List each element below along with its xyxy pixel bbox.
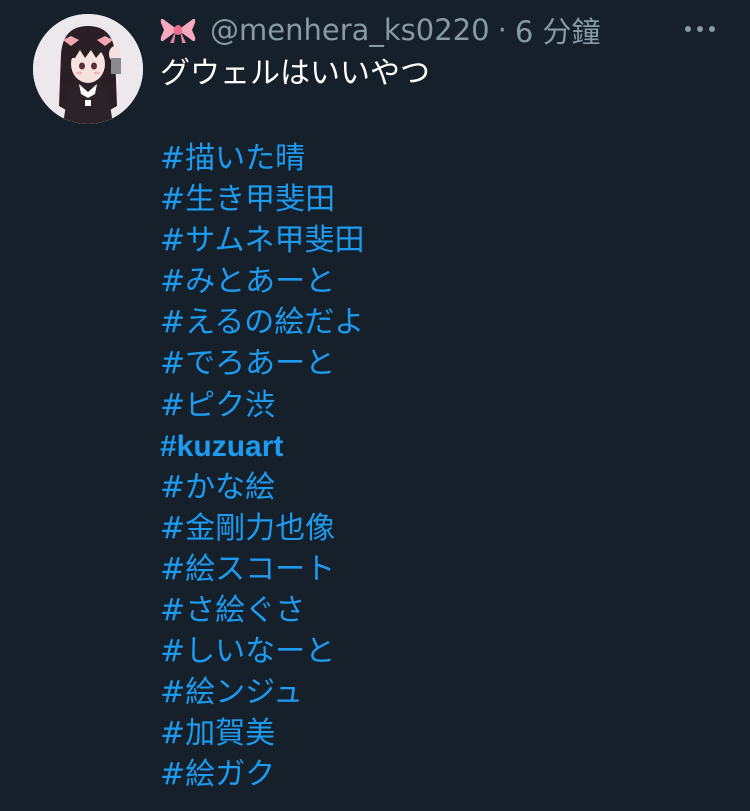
avatar[interactable]	[33, 14, 143, 124]
hashtag-link[interactable]: #かな絵	[160, 467, 365, 508]
more-horizontal-icon[interactable]	[680, 19, 720, 39]
hashtag-link[interactable]: #えるの絵だよ	[160, 302, 365, 343]
hashtag-list: #描いた晴 #生き甲斐田 #サムネ甲斐田 #みとあーと #えるの絵だよ #でろあ…	[160, 138, 365, 796]
hashtag-link[interactable]: #生き甲斐田	[160, 179, 365, 220]
hashtag-link[interactable]: #さ絵ぐさ	[160, 590, 365, 631]
hashtag-link[interactable]: #みとあーと	[160, 261, 365, 302]
tweet: @menhera_ks0220 · 6 分鐘 グウェルはいいやつ #描いた晴 #…	[0, 0, 750, 811]
hashtag-link[interactable]: #ピク渋	[160, 385, 365, 426]
hashtag-link[interactable]: #加賀美	[160, 713, 365, 754]
hashtag-link[interactable]: #絵スコート	[160, 549, 365, 590]
tweet-body: グウェルはいいやつ #描いた晴 #生き甲斐田 #サムネ甲斐田 #みとあーと #え…	[160, 56, 730, 792]
hashtag-link[interactable]: #でろあーと	[160, 343, 365, 384]
timestamp[interactable]: 6 分鐘	[515, 9, 601, 51]
ribbon-icon	[160, 15, 196, 45]
tweet-header: @menhera_ks0220 · 6 分鐘	[160, 10, 600, 50]
hashtag-link[interactable]: #絵ンジュ	[160, 672, 365, 713]
user-handle[interactable]: @menhera_ks0220	[210, 13, 490, 47]
tweet-text: グウェルはいいやつ	[160, 56, 430, 91]
hashtag-link[interactable]: #kuzuart	[160, 426, 365, 467]
hashtag-link[interactable]: #描いた晴	[160, 138, 365, 179]
header-separator: ·	[497, 13, 507, 47]
hashtag-link[interactable]: #サムネ甲斐田	[160, 220, 365, 261]
hashtag-link[interactable]: #絵ガク	[160, 754, 365, 795]
hashtag-link[interactable]: #金剛力也像	[160, 508, 365, 549]
hashtag-link[interactable]: #しいなーと	[160, 631, 365, 672]
